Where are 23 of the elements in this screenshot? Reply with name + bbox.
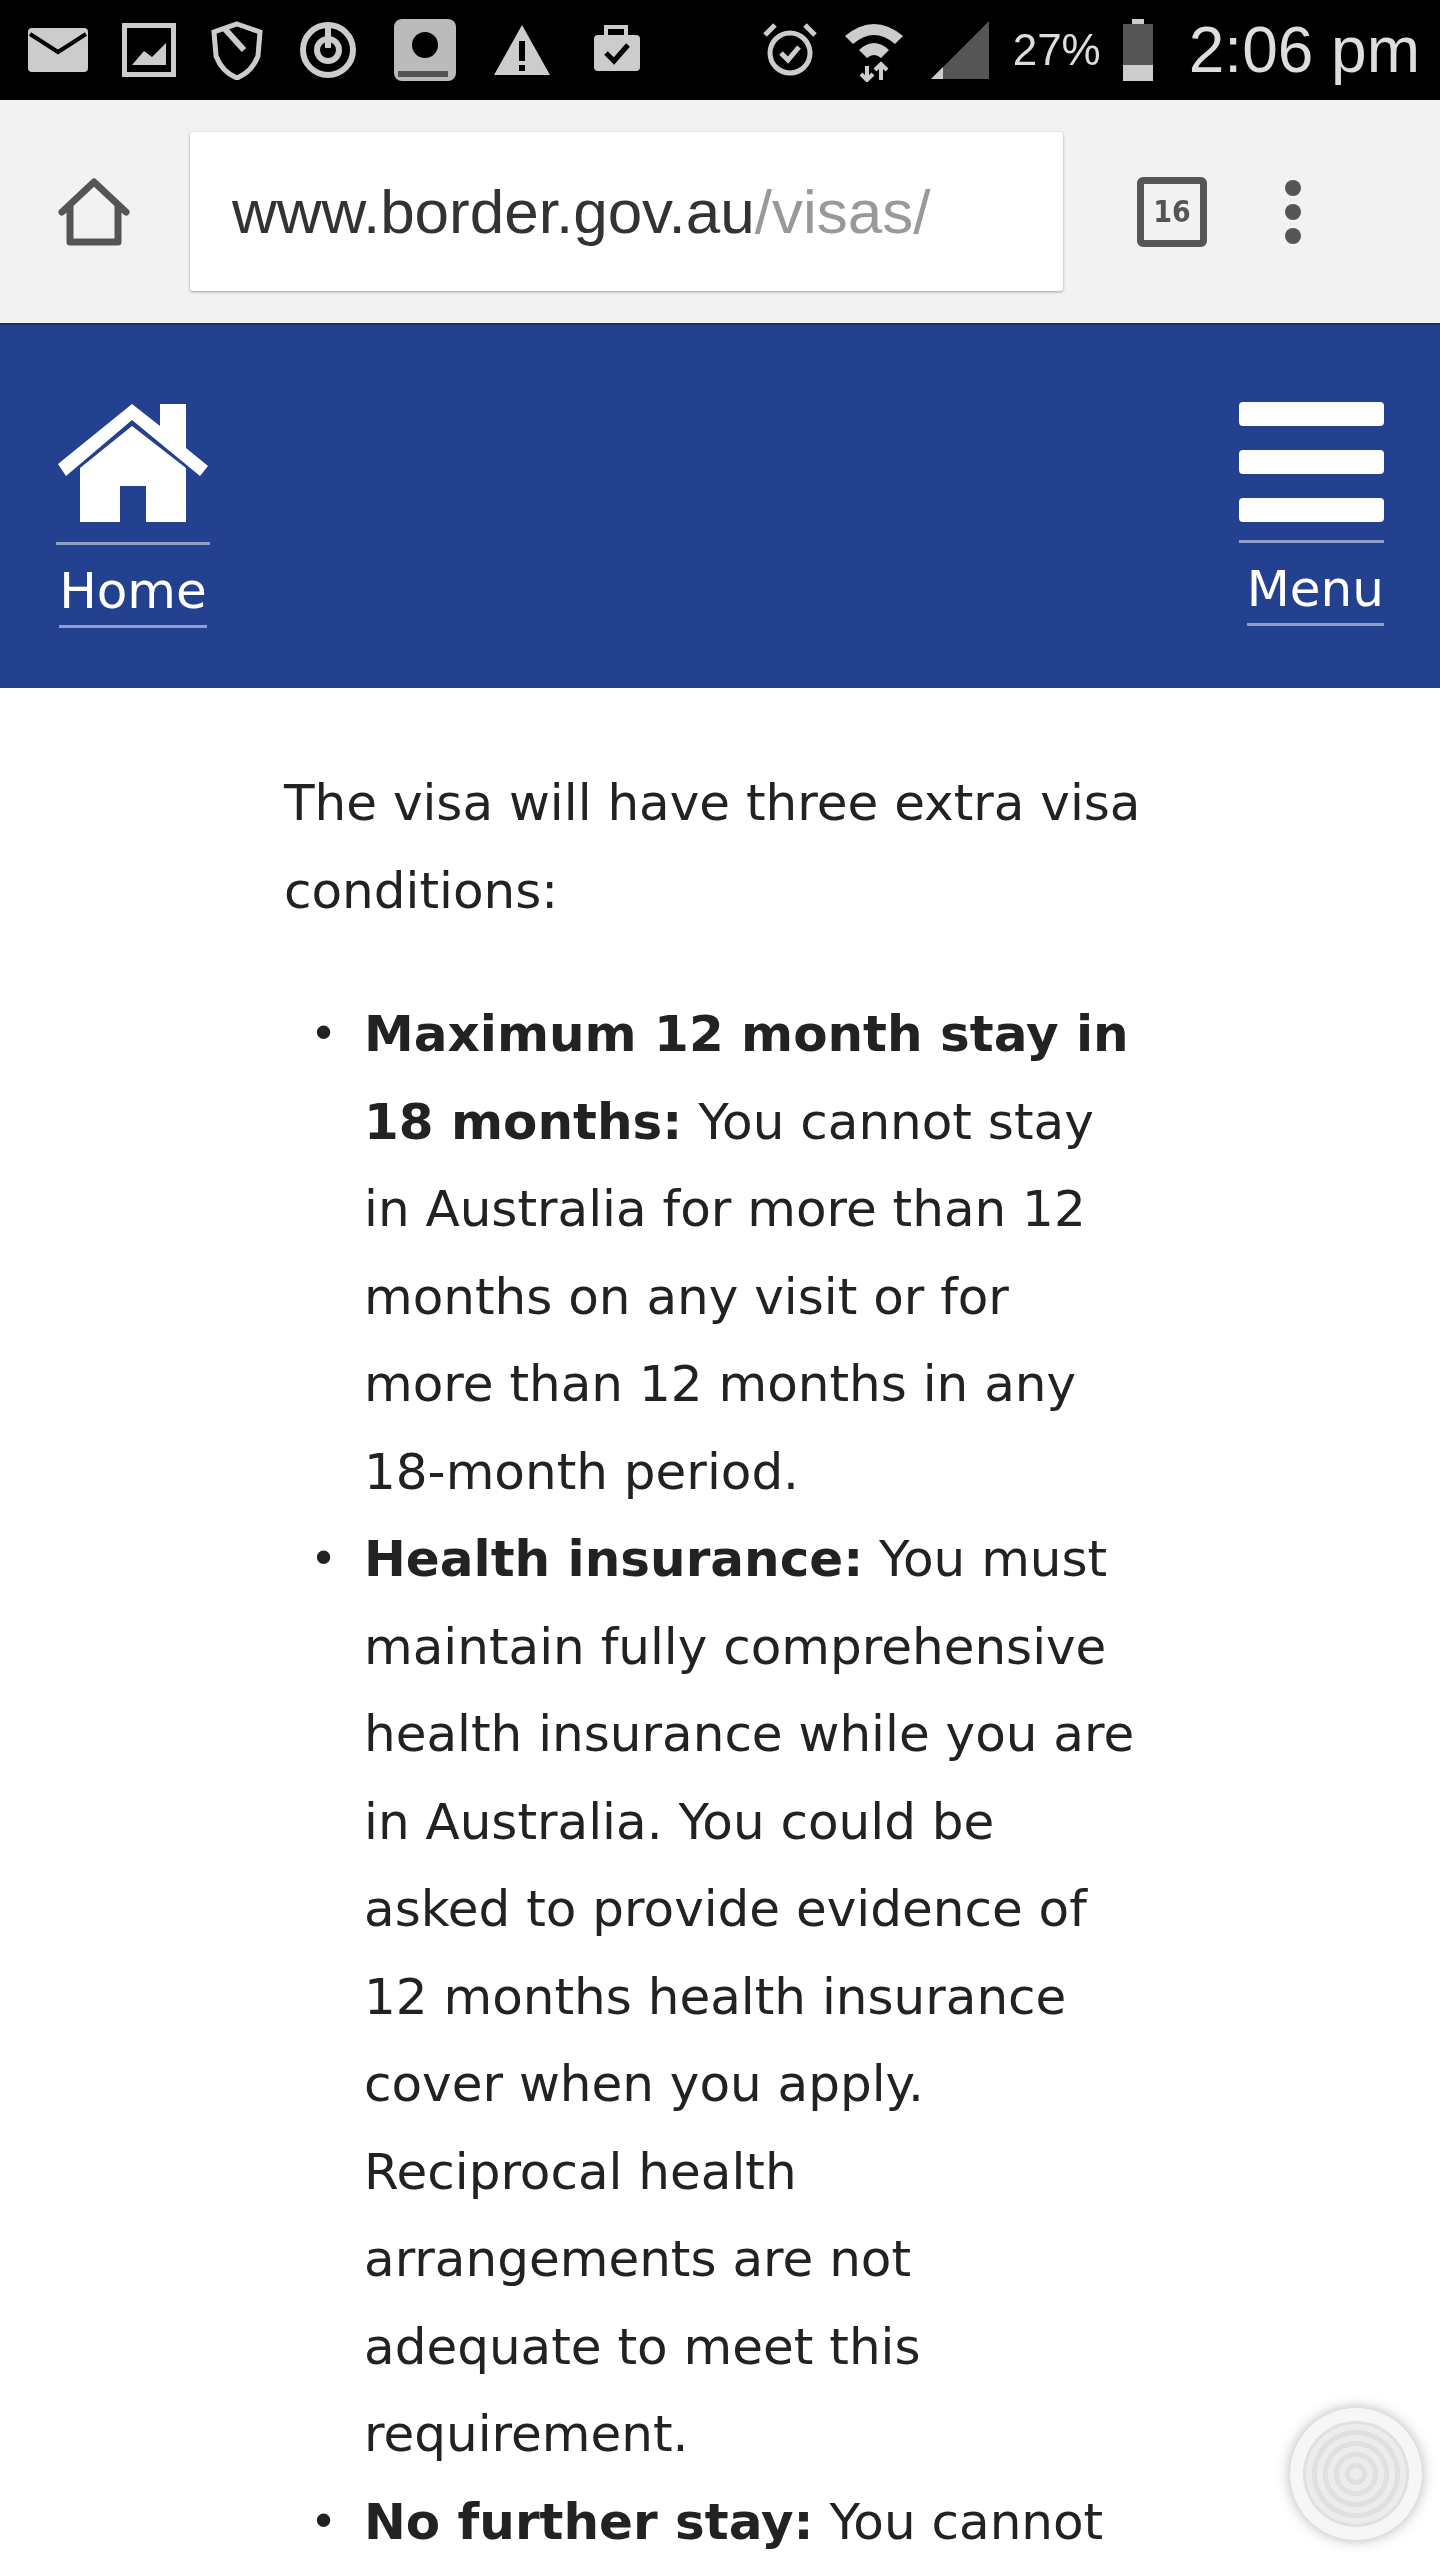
condition-item: No further stay: You cannot: [364, 2491, 1105, 2553]
bullet-marker: •: [310, 2493, 339, 2551]
menu-link[interactable]: Menu: [1239, 402, 1384, 626]
shield-icon: [210, 20, 264, 80]
battery-percentage: 27%: [1012, 25, 1101, 75]
condition-item: Health insurance: You must maintain fully comprehensive health insurance while you are in Australia. You could be asked to provide evidence of 12 months health insurance cover when you apply. Reciprocal health arrangements are not adequate to meet this requirement.: [364, 1529, 1136, 2465]
condition-item: Maximum 12 month stay in 18 months: You cannot stay in Australia for more than 12 months on any visit or for more than 12 months in any 18-month period.: [364, 1004, 1130, 1503]
power-icon: [298, 20, 358, 80]
address-bar[interactable]: www.border.gov.au/visas/: [190, 132, 1063, 291]
warning-icon: [492, 23, 552, 77]
more-options-icon[interactable]: [1283, 178, 1303, 245]
intro-paragraph: The visa will have three extra visa conditions:: [284, 773, 1142, 922]
tab-count-button[interactable]: 16: [1137, 176, 1207, 247]
clock-time: 2:06 pm: [1188, 13, 1420, 87]
house-icon: [56, 402, 210, 524]
battery-icon: [1122, 19, 1153, 81]
home-link[interactable]: Home: [56, 402, 210, 628]
menu-icon: [1239, 402, 1384, 522]
image-icon: [122, 23, 176, 77]
home-icon[interactable]: [56, 175, 132, 248]
mail-icon: [28, 28, 88, 72]
bullet-marker: •: [310, 1006, 339, 1063]
bullet-marker: •: [310, 1531, 339, 1588]
